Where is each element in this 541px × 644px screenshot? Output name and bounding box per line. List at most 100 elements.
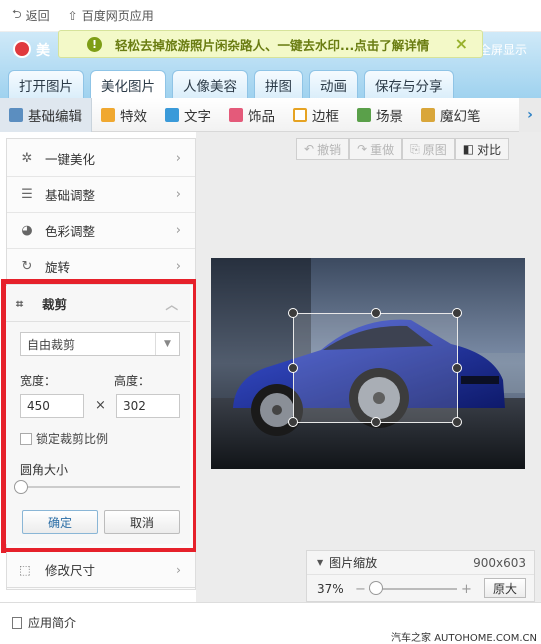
tool-decorations[interactable]: 饰品 <box>220 98 284 132</box>
zoom-header[interactable]: ▼ 图片缩放 900x603 <box>307 551 534 575</box>
undo-button[interactable]: ↶ 撤销 <box>296 138 350 160</box>
zoom-slider-knob[interactable] <box>369 581 383 595</box>
confirm-button[interactable]: 确定 <box>22 510 98 534</box>
zoom-title: 图片缩放 <box>329 556 378 570</box>
tool-magic-pen[interactable]: 魔幻笔 <box>412 98 490 132</box>
width-input[interactable]: 450 <box>20 394 84 418</box>
original-label: 原图 <box>422 142 447 157</box>
crop-icon: ⌗ <box>16 295 24 311</box>
slider-knob[interactable] <box>14 480 28 494</box>
crop-handle-left[interactable] <box>288 363 298 373</box>
tab-beautify[interactable]: 美化图片 <box>90 70 166 98</box>
tool-bar: 基础编辑 特效 文字 饰品 边框 场景 魔幻笔 › <box>0 97 541 132</box>
cancel-button[interactable]: 取消 <box>104 510 180 534</box>
crop-handle-right[interactable] <box>452 363 462 373</box>
tool-border[interactable]: 边框 <box>284 98 348 132</box>
bow-icon <box>229 107 243 122</box>
undo-label: 撤销 <box>317 142 342 157</box>
redo-button[interactable]: ↷ 重做 <box>349 138 403 160</box>
menu-rotate[interactable]: ↻ 旋转 › <box>7 249 195 285</box>
fullscreen-link[interactable]: 全屏显示 <box>479 41 527 58</box>
tool-scene[interactable]: 场景 <box>348 98 412 132</box>
corner-radius-label: 圆角大小 <box>20 463 69 477</box>
height-label: 高度： <box>114 374 151 388</box>
compare-button[interactable]: ◧ 对比 <box>454 138 510 160</box>
text-icon <box>165 107 179 122</box>
collapse-triangle-icon: ▼ <box>317 558 324 567</box>
tab-collage[interactable]: 拼图 <box>254 70 303 98</box>
menu-resize[interactable]: ⬚ 修改尺寸 › <box>6 552 196 588</box>
magic-wand-icon <box>101 107 115 122</box>
crop-handle-top-left[interactable] <box>288 308 298 318</box>
palette-icon: ◕ <box>21 223 33 238</box>
zoom-controls: 37% − + 原大 <box>307 577 534 601</box>
zoom-percent: 37% <box>317 582 344 596</box>
crop-header[interactable]: ⌗ 裁剪 ︿ <box>6 286 190 322</box>
menu-auto-beautify[interactable]: ✲ 一键美化 › <box>7 141 195 177</box>
menu-basic-adjust[interactable]: ☰ 基础调整 › <box>7 177 195 213</box>
corner-radius-slider[interactable] <box>14 480 180 494</box>
lock-ratio-checkbox[interactable]: 锁定裁剪比例 <box>20 430 108 447</box>
app-intro-label: 应用简介 <box>28 616 77 630</box>
chevron-right-icon: › <box>175 151 181 166</box>
menu-label: 基础调整 <box>45 188 96 203</box>
tool-label: 魔幻笔 <box>440 108 481 125</box>
tool-basic-edit[interactable]: 基础编辑 <box>0 97 92 132</box>
landscape-icon <box>357 107 371 122</box>
app-home-label: 百度网页应用 <box>81 9 154 23</box>
zoom-out-icon[interactable]: − <box>355 582 366 597</box>
redo-icon: ↷ <box>357 142 368 156</box>
back-label: 返回 <box>25 9 50 23</box>
info-icon: ! <box>87 37 102 52</box>
tab-save-share[interactable]: 保存与分享 <box>364 70 454 98</box>
app-intro-link[interactable]: 应用简介 <box>12 614 76 631</box>
chevron-right-icon: › <box>175 259 181 274</box>
compare-icon: ◧ <box>462 142 475 156</box>
tool-text[interactable]: 文字 <box>156 98 220 132</box>
up-arrow-icon: ⇧ <box>67 8 78 23</box>
back-link[interactable]: ⮌ 返回 <box>12 5 50 26</box>
menu-color-adjust[interactable]: ◕ 色彩调整 › <box>7 213 195 249</box>
checkbox-box[interactable] <box>20 432 32 445</box>
tab-open-image[interactable]: 打开图片 <box>8 70 84 98</box>
tool-label: 文字 <box>184 108 211 125</box>
notice-text[interactable]: 轻松去掉旅游照片闲杂路人、一键去水印...点击了解详情 <box>115 35 429 54</box>
promo-notice[interactable]: ! 轻松去掉旅游照片闲杂路人、一键去水印...点击了解详情 × <box>58 30 483 58</box>
pen-icon <box>421 107 435 122</box>
crop-handle-top-right[interactable] <box>452 308 462 318</box>
zoom-in-icon[interactable]: + <box>461 582 472 597</box>
menu-label: 修改尺寸 <box>45 563 96 578</box>
logo-text: 美 <box>36 43 50 59</box>
chevron-right-icon: › <box>175 187 181 202</box>
tool-effects[interactable]: 特效 <box>92 98 156 132</box>
meitu-logo-icon <box>13 40 31 58</box>
tab-portrait[interactable]: 人像美容 <box>172 70 248 98</box>
crop-handle-bottom-right[interactable] <box>452 417 462 427</box>
sliders-icon: ☰ <box>21 187 33 202</box>
app-home-link[interactable]: ⇧ 百度网页应用 <box>68 7 154 24</box>
crop-mode-select[interactable]: 自由裁剪 ▼ <box>20 332 180 356</box>
tab-animation[interactable]: 动画 <box>309 70 358 98</box>
edit-actions: ↶ 撤销 ↷ 重做 ⎘ 原图 ◧ 对比 <box>296 138 532 160</box>
lock-ratio-label: 锁定裁剪比例 <box>36 432 109 446</box>
height-input[interactable]: 302 <box>116 394 180 418</box>
crop-handle-top[interactable] <box>371 308 381 318</box>
more-tools-chevron-icon[interactable]: › <box>519 98 541 132</box>
crop-handle-bottom-left[interactable] <box>288 417 298 427</box>
redo-label: 重做 <box>370 142 395 157</box>
menu-label: 一键美化 <box>45 152 96 167</box>
crop-selection[interactable] <box>288 308 462 427</box>
close-icon[interactable]: × <box>455 34 468 53</box>
image-dimensions: 900x603 <box>473 555 526 570</box>
main-tabs: 打开图片 美化图片 人像美容 拼图 动画 保存与分享 <box>8 70 454 98</box>
sparkle-icon: ✲ <box>21 151 33 166</box>
tool-label: 场景 <box>376 108 403 125</box>
rotate-icon: ↻ <box>21 259 33 274</box>
width-label: 宽度： <box>20 374 57 388</box>
resize-icon: ⬚ <box>19 562 31 577</box>
crop-handle-bottom[interactable] <box>371 417 381 427</box>
original-size-button[interactable]: 原大 <box>484 578 526 598</box>
original-button[interactable]: ⎘ 原图 <box>402 138 455 160</box>
chevron-up-icon: ︿ <box>165 297 178 312</box>
document-icon <box>12 616 22 629</box>
